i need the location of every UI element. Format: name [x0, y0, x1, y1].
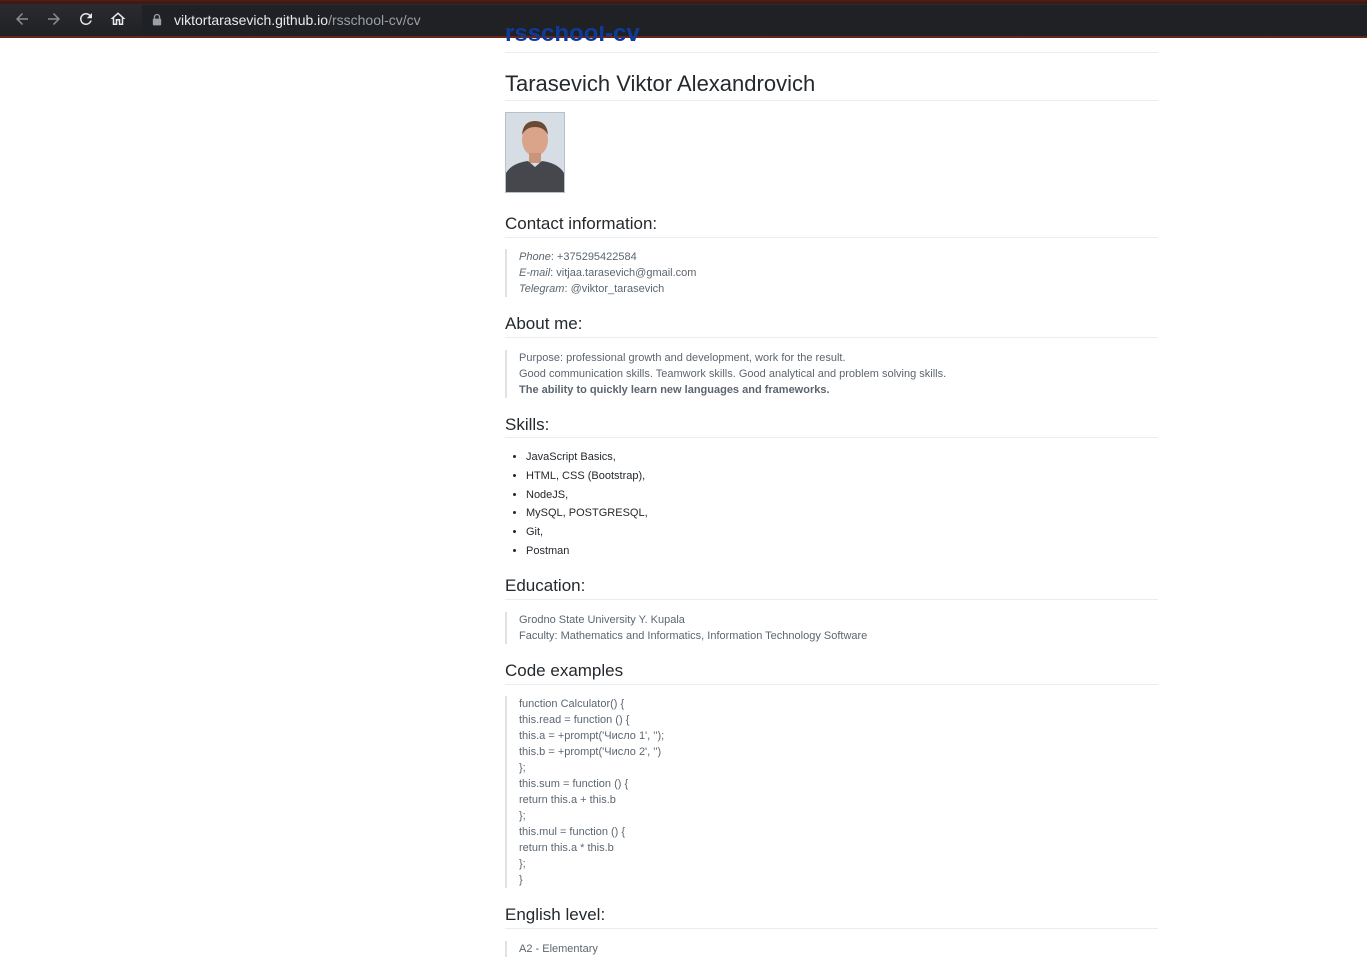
divider — [505, 684, 1158, 685]
english-level: A2 - Elementary — [519, 943, 598, 955]
about-block: Purpose: professional growth and develop… — [505, 350, 1149, 398]
home-icon — [110, 12, 126, 25]
telegram-label: Telegram — [519, 283, 565, 295]
phone-label: Phone — [519, 251, 551, 263]
page-title: Tarasevich Viktor Alexandrovich — [505, 71, 816, 96]
skills-list: JavaScript Basics, HTML, CSS (Bootstrap)… — [505, 448, 648, 561]
url-text: viktortarasevich.github.io/rsschool-cv/c… — [174, 12, 421, 28]
code-line: this.mul = function () { — [519, 826, 626, 838]
about-line: The ability to quickly learn new languag… — [519, 384, 830, 396]
code-line: this.b = +prompt('Число 2', '') — [519, 746, 662, 758]
code-line: }; — [519, 810, 526, 822]
address-bar[interactable]: viktortarasevich.github.io/rsschool-cv/c… — [142, 5, 1367, 34]
email-label: E-mail — [519, 267, 551, 279]
url-host: viktortarasevich.github.io — [174, 11, 329, 28]
divider — [505, 437, 1158, 438]
education-block: Grodno State University Y. Kupala Facult… — [505, 612, 1149, 644]
divider — [505, 52, 1158, 53]
email-value: : vitjaa.tarasevich@gmail.com — [550, 267, 697, 279]
telegram-value: : @viktor_tarasevich — [564, 283, 665, 295]
list-item: HTML, CSS (Bootstrap), — [526, 467, 648, 486]
back-button[interactable] — [11, 8, 33, 30]
education-heading: Education: — [505, 576, 586, 595]
site-title: rsschool-cv — [505, 26, 640, 42]
arrow-right-icon — [48, 13, 60, 25]
arrow-left-icon — [16, 13, 28, 25]
code-heading: Code examples — [505, 661, 624, 680]
code-line: return this.a * this.b — [519, 842, 614, 854]
list-item: NodeJS, — [526, 486, 648, 505]
code-line: this.sum = function () { — [519, 778, 629, 790]
list-item: JavaScript Basics, — [526, 448, 648, 467]
divider — [505, 100, 1158, 101]
divider — [505, 237, 1158, 238]
education-line: Grodno State University Y. Kupala — [519, 614, 685, 626]
divider — [505, 599, 1158, 600]
about-line: Purpose: professional growth and develop… — [519, 352, 846, 364]
list-item: Postman — [526, 542, 648, 561]
phone-value: : +375295422584 — [550, 251, 637, 263]
code-line: }; — [519, 762, 526, 774]
code-line: this.a = +prompt('Число 1', ''); — [519, 730, 665, 742]
phone-line: Phone: +375295422584 — [519, 249, 1149, 265]
english-heading: English level: — [505, 905, 606, 924]
code-line: function Calculator() { — [519, 698, 625, 710]
about-line: Good communication skills. Teamwork skil… — [519, 368, 947, 380]
url-path: /rsschool-cv/cv — [328, 11, 421, 28]
email-line: E-mail: vitjaa.tarasevich@gmail.com — [519, 265, 1149, 281]
skills-heading: Skills: — [505, 415, 550, 434]
lock-icon — [152, 13, 164, 27]
code-line: } — [519, 874, 523, 886]
list-item: MySQL, POSTGRESQL, — [526, 504, 648, 523]
code-block: function Calculator() { this.read = func… — [505, 696, 1149, 888]
code-line: return this.a + this.b — [519, 794, 616, 806]
english-block: A2 - Elementary — [505, 941, 1149, 957]
divider — [505, 337, 1158, 338]
divider — [505, 928, 1158, 929]
telegram-line: Telegram: @viktor_tarasevich — [519, 281, 1149, 297]
code-line: this.read = function () { — [519, 714, 630, 726]
home-button[interactable] — [107, 8, 129, 30]
code-line: }; — [519, 858, 526, 870]
profile-photo — [505, 112, 565, 193]
about-heading: About me: — [505, 314, 583, 333]
reload-button[interactable] — [75, 8, 97, 30]
reload-icon — [79, 12, 92, 25]
contact-block: Phone: +375295422584 E-mail: vitjaa.tara… — [505, 249, 1149, 297]
contact-heading: Contact information: — [505, 214, 658, 233]
list-item: Git, — [526, 523, 648, 542]
education-line: Faculty: Mathematics and Informatics, In… — [519, 630, 868, 642]
browser-toolbar: viktortarasevich.github.io/rsschool-cv/c… — [0, 0, 1367, 38]
forward-button[interactable] — [43, 8, 65, 30]
